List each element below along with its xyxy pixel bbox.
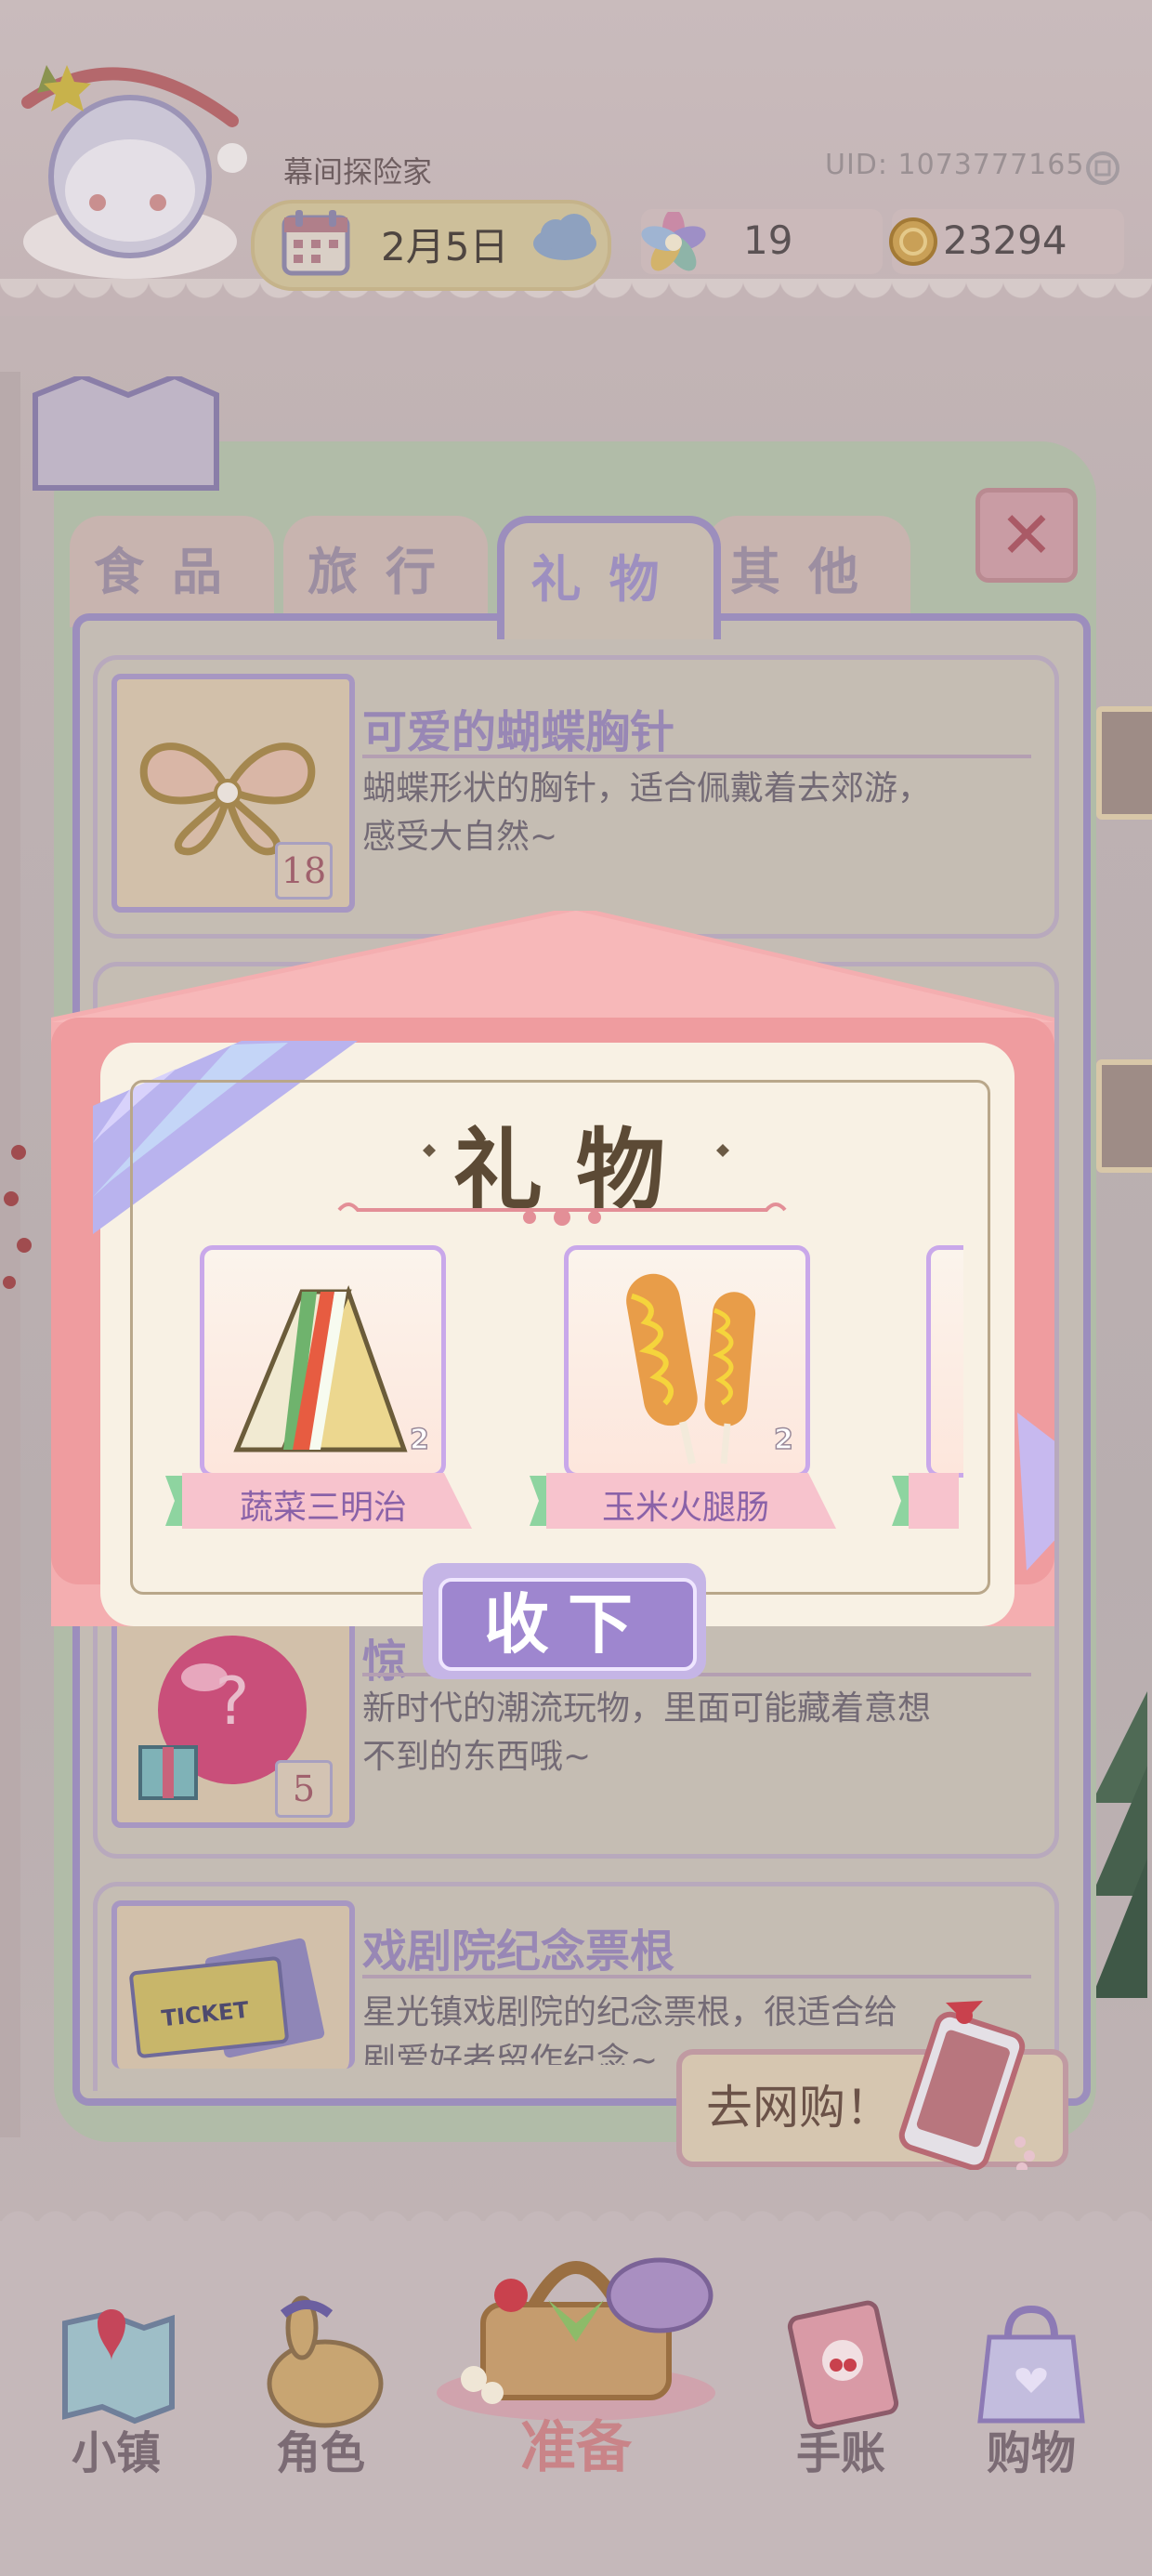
item-description-line: 蝴蝶形状的胸针，适合佩戴着去郊游， [362, 769, 932, 808]
butterfly-brooch-icon [139, 743, 316, 856]
uid-label: UID: 1073777165 [825, 149, 1085, 181]
close-icon: ✕ [999, 497, 1054, 573]
item-description-line: 不到的东西哦~ [362, 1738, 592, 1776]
town-map-icon [62, 2309, 175, 2425]
nav-character-label: 角色 [275, 2427, 365, 2479]
title-divider [362, 755, 1031, 758]
gift-slot[interactable] [926, 1245, 963, 1478]
item-description-line: 新时代的潮流玩物，里面可能藏着意想 [362, 1689, 932, 1728]
item-title: 可爱的蝴蝶胸针 [362, 706, 675, 758]
online-shop-label: 去网购！ [706, 2081, 892, 2135]
gift-name: 玉米火腿肠 [601, 1489, 769, 1527]
nav-journal-label: 手账 [795, 2427, 885, 2479]
item-description: 新时代的潮流玩物，里面可能藏着意想 不到的东西哦~ [362, 1685, 1013, 1781]
svg-text:?: ? [215, 1663, 249, 1740]
nav-shopping-label: 购物 [986, 2427, 1076, 2479]
tab-gift[interactable]: 礼物 [497, 516, 721, 639]
weather-cloud-icon [533, 214, 596, 260]
gift-name: 蔬菜三明治 [239, 1489, 407, 1527]
tab-other[interactable]: 其他 [706, 516, 910, 627]
picnic-basket-icon [437, 2257, 715, 2421]
gift-count: 2 [409, 1423, 429, 1457]
item-title: 惊 [362, 1636, 408, 1688]
nav-town-label: 小镇 [71, 2427, 161, 2479]
flower-count: 19 [743, 217, 793, 263]
corn-dog-icon [626, 1273, 756, 1465]
copy-icon[interactable] [1085, 151, 1120, 186]
item-quantity: 18 [275, 842, 333, 900]
item-description-line: 感受大自然~ [362, 818, 558, 856]
tab-travel[interactable]: 旅行 [283, 516, 488, 627]
item-description: 蝴蝶形状的胸针，适合佩戴着去郊游， 感受大自然~ [362, 765, 1013, 861]
title-underline-ornament [337, 1203, 787, 1226]
character-bunny-icon [267, 2295, 384, 2428]
player-avatar[interactable] [9, 46, 251, 279]
gift-name-ribbon [892, 1473, 959, 1529]
shopping-bag-icon [977, 2305, 1085, 2424]
item-quantity: 5 [275, 1760, 333, 1818]
book-ears-icon [33, 376, 219, 491]
title-divider [362, 1975, 1031, 1978]
nav-prepare-label: 准备 [520, 2415, 632, 2480]
close-button[interactable]: ✕ [975, 488, 1078, 583]
wall-picture-frame [1096, 706, 1152, 820]
title-sparkles [423, 1144, 729, 1157]
coin-count: 23294 [943, 217, 1067, 263]
phone-icon [898, 2001, 1035, 2170]
christmas-tree-icon [1092, 1691, 1147, 1998]
journal-icon [787, 2300, 899, 2430]
calendar-icon [281, 210, 350, 276]
coin-icon [889, 217, 937, 266]
flower-currency-icon [641, 212, 706, 271]
tab-food[interactable]: 食品 [70, 516, 274, 627]
nav-prepare[interactable] [409, 2212, 743, 2425]
ticket-stub-icon: TICKET [129, 1938, 325, 2058]
sandwich-icon [233, 1284, 408, 1452]
item-title: 戏剧院纪念票根 [362, 1925, 675, 1978]
date-text: 2月5日 [381, 224, 509, 269]
collect-button[interactable]: 收下 [439, 1578, 697, 1671]
gift-count: 2 [773, 1423, 793, 1457]
player-name: 幕间探险家 [283, 154, 433, 190]
